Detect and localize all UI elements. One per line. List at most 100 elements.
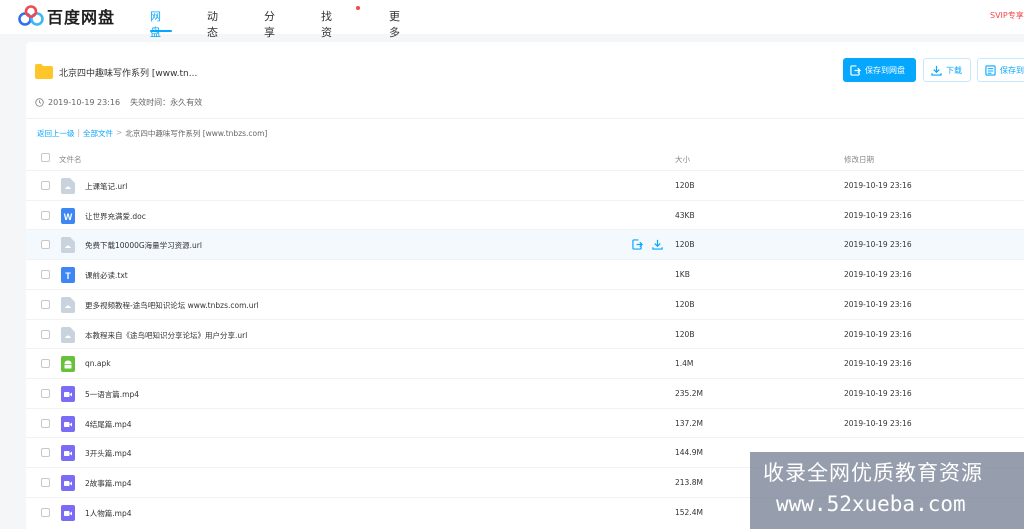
nav-item-share[interactable]: 分享 (264, 8, 275, 40)
table-row[interactable]: qn.apk 1.4M 2019-10-19 23:16 (26, 348, 1024, 378)
share-title: 北京四中趣味写作系列 [www.tn... (59, 69, 198, 79)
divider (26, 118, 1024, 119)
row-download-icon[interactable] (652, 239, 663, 251)
logo-text: 百度网盘 (47, 8, 116, 27)
video-file-icon (61, 504, 75, 521)
row-save-icon[interactable] (632, 239, 643, 251)
file-name[interactable]: 上课笔记.url (85, 181, 127, 192)
table-row[interactable]: T 课前必读.txt 1KB 2019-10-19 23:16 (26, 259, 1024, 289)
row-checkbox[interactable] (41, 418, 50, 428)
breadcrumb: 返回上一级 | 全部文件 > 北京四中趣味写作系列 [www.tnbzs.com… (37, 128, 267, 139)
file-name[interactable]: 让世界充满爱.doc (85, 211, 146, 222)
breadcrumb-current: 北京四中趣味写作系列 [www.tnbzs.com] (125, 129, 268, 138)
file-name[interactable]: 5一语言篇.mp4 (85, 389, 139, 400)
file-name[interactable]: 课前必读.txt (85, 270, 128, 281)
file-date: 2019-10-19 23:16 (844, 210, 912, 220)
svg-text:W: W (64, 212, 73, 222)
table-row[interactable]: 4结尾篇.mp4 137.2M 2019-10-19 23:16 (26, 407, 1024, 438)
file-date: 2019-10-19 23:16 (844, 388, 912, 398)
file-name[interactable]: 更多视频教程-途鸟吧知识论坛 www.tnbzs.com.url (85, 300, 259, 311)
file-size: 120B (675, 240, 695, 250)
save-to-icon (985, 64, 996, 76)
clock-icon (35, 98, 44, 107)
file-name[interactable]: 3开头篇.mp4 (85, 448, 132, 459)
row-checkbox[interactable] (41, 270, 50, 280)
share-meta: 2019-10-19 23:16 失效时间：永久有效 (35, 97, 202, 108)
save-to-netdisk-button[interactable]: 保存到网盘 (843, 58, 916, 82)
row-checkbox[interactable] (41, 181, 50, 190)
row-checkbox[interactable] (41, 478, 50, 487)
top-bar: 百度网盘 网盘 动态 分享 找资源 更多 SVIP专享 (0, 0, 1024, 55)
row-checkbox[interactable] (41, 448, 50, 458)
column-header-size[interactable]: 大小 (675, 154, 690, 165)
word-file-icon: W (61, 207, 75, 224)
row-checkbox[interactable] (41, 299, 50, 309)
file-name[interactable]: 4结尾篇.mp4 (85, 419, 132, 430)
row-checkbox[interactable] (41, 507, 50, 517)
row-checkbox[interactable] (41, 359, 50, 369)
row-checkbox[interactable] (41, 210, 50, 220)
file-size: 43KB (675, 210, 695, 220)
video-file-icon (61, 475, 75, 491)
table-row[interactable]: 本教程来自《途鸟吧知识分享论坛》用户分享.url 120B 2019-10-19 2… (26, 318, 1024, 349)
share-expire: 失效时间：永久有效 (130, 98, 203, 107)
nav-item-activity[interactable]: 动态 (207, 8, 218, 40)
video-file-icon (61, 445, 75, 462)
row-checkbox[interactable] (41, 388, 50, 398)
breadcrumb-divider: | (77, 128, 81, 137)
file-date: 2019-10-19 23:16 (844, 299, 912, 309)
notification-dot (356, 6, 360, 10)
video-file-icon (61, 415, 75, 432)
download-button[interactable]: 下载 (923, 58, 971, 82)
watermark-line1: 收录全网优质教育资源 (763, 461, 983, 485)
table-row[interactable]: 上课笔记.url 120B 2019-10-19 23:16 (26, 170, 1024, 200)
file-size: 1.4M (675, 359, 694, 369)
file-date: 2019-10-19 23:16 (844, 270, 912, 280)
file-date: 2019-10-19 23:16 (844, 329, 912, 339)
folder-icon (35, 64, 53, 79)
save-to-label: 保存到 (1000, 65, 1024, 75)
file-size: 1KB (675, 270, 690, 280)
table-row[interactable]: W 让世界充满爱.doc 43KB 2019-10-19 23:16 (26, 199, 1024, 230)
column-header-date[interactable]: 修改日期 (844, 154, 874, 165)
save-to-button[interactable]: 保存到 (977, 58, 1024, 82)
active-tab-indicator (150, 30, 172, 32)
svip-link[interactable]: SVIP专享 (990, 10, 1024, 21)
row-checkbox[interactable] (41, 329, 50, 339)
breadcrumb-separator: > (116, 128, 123, 137)
row-checkbox[interactable] (41, 240, 50, 250)
table-row[interactable]: 5一语言篇.mp4 235.2M 2019-10-19 23:16 (26, 377, 1024, 408)
logo[interactable]: 百度网盘 (18, 5, 115, 27)
nav-item-more[interactable]: 更多 (389, 8, 400, 40)
apk-file-icon (61, 356, 75, 373)
save-to-disk-icon (850, 64, 861, 76)
file-date: 2019-10-19 23:16 (844, 418, 912, 428)
share-date: 2019-10-19 23:16 (48, 98, 121, 107)
watermark-line2: www.52xueba.com (776, 492, 966, 516)
file-name[interactable]: qn.apk (85, 359, 111, 368)
breadcrumb-back-link[interactable]: 返回上一级 (37, 128, 75, 139)
table-row[interactable]: 更多视频教程-途鸟吧知识论坛 www.tnbzs.com.url 120B 2019… (26, 288, 1024, 319)
file-size: 137.2M (675, 418, 703, 428)
file-size: 213.8M (675, 478, 703, 487)
row-actions (632, 239, 672, 251)
select-all-checkbox[interactable] (41, 153, 50, 162)
url-file-icon (61, 296, 75, 313)
file-name[interactable]: 1人物篇.mp4 (85, 508, 132, 519)
download-label: 下载 (946, 65, 962, 75)
file-size: 152.4M (675, 507, 703, 517)
file-date: 2019-10-19 23:16 (844, 181, 912, 190)
file-name[interactable]: 2故事篇.mp4 (85, 478, 132, 489)
file-name[interactable]: 免费下载10000G海量学习资源.url (85, 240, 202, 251)
download-icon (931, 65, 942, 76)
breadcrumb-all-files-link[interactable]: 全部文件 (83, 128, 113, 139)
column-header-name[interactable]: 文件名 (59, 154, 82, 165)
table-row[interactable]: 免费下载10000G海量学习资源.url 120B 2019-10-19 23:16 (26, 229, 1024, 260)
url-file-icon (61, 178, 75, 194)
url-file-icon (61, 326, 75, 343)
save-to-netdisk-label: 保存到网盘 (865, 65, 905, 75)
nav-item-netdisk[interactable]: 网盘 (150, 8, 161, 40)
file-date: 2019-10-19 23:16 (844, 240, 912, 250)
file-size: 144.9M (675, 448, 703, 458)
file-name[interactable]: 本教程来自《途鸟吧知识分享论坛》用户分享.url (85, 330, 247, 341)
